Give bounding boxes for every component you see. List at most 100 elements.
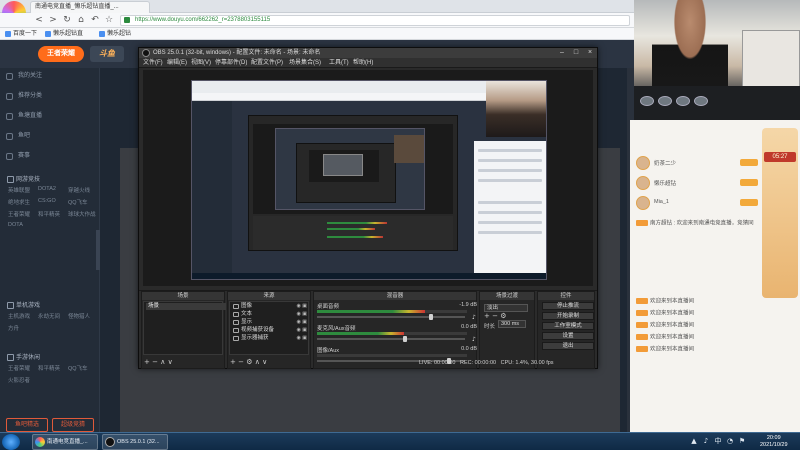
source-item[interactable]: 图像 ◉ ▣	[231, 303, 309, 310]
flag-icon[interactable]: ⚑	[738, 437, 746, 445]
start-recording-button[interactable]: 开始录制	[542, 312, 594, 320]
wifi-icon[interactable]: ◔	[726, 437, 734, 445]
source-item[interactable]: 视频捕获设备 ◉ ▣	[231, 327, 309, 334]
taskbar-item-browser[interactable]: 南通电竞直播_...	[32, 434, 98, 450]
category-link[interactable]: 王者荣耀	[8, 210, 30, 218]
menu-edit[interactable]: 编辑(E)	[167, 58, 187, 68]
sidebar-item-fishpond[interactable]: 鱼塘直播	[6, 112, 42, 121]
bookmark-item[interactable]: 懒乐超钻	[98, 29, 131, 39]
minimize-icon[interactable]: –	[555, 48, 569, 58]
nested-obs-innermost	[323, 154, 363, 176]
move-up-icon[interactable]: ∧	[255, 358, 260, 366]
sidebar-item-follow[interactable]: 我的关注	[6, 72, 42, 81]
obs-titlebar[interactable]: OBS 25.0.1 (32-bit, windows) - 配置文件: 未命名…	[139, 48, 597, 58]
category-link[interactable]: 永劫无间	[38, 312, 60, 320]
eye-lock-icons[interactable]: ◉ ▣	[297, 335, 307, 342]
controls-dock: 控件 停止推流 开始录制 工作室模式 设置 退出	[537, 291, 595, 369]
source-item[interactable]: 文本 ◉ ▣	[231, 311, 309, 318]
menu-docks[interactable]: 停靠部件(D)	[215, 58, 247, 68]
site-logo[interactable]: 王者荣耀	[38, 46, 84, 62]
eye-lock-icons[interactable]: ◉ ▣	[297, 319, 307, 326]
scene-item[interactable]: 场景	[146, 303, 226, 310]
category-link[interactable]: DOTA	[8, 222, 23, 228]
menu-tools[interactable]: 工具(T)	[329, 58, 349, 68]
maximize-icon[interactable]: □	[569, 48, 583, 58]
bookmark-item[interactable]: 百度一下	[4, 29, 37, 39]
level-badge	[740, 199, 758, 206]
undo-icon[interactable]: ↶	[90, 15, 100, 25]
eye-lock-icons[interactable]: ◉ ▣	[297, 303, 307, 310]
category-link[interactable]: DOTA2	[38, 186, 56, 192]
category-link[interactable]: 火影忍者	[8, 376, 30, 384]
add-transition-icon[interactable]: +	[484, 312, 490, 320]
clock[interactable]: 20:09 2021/10/29	[760, 435, 788, 449]
mixer-track-db: 0.0 dB	[461, 324, 477, 330]
menu-view[interactable]: 视图(V)	[191, 58, 211, 68]
category-link[interactable]: 主机游戏	[8, 312, 30, 320]
menu-file[interactable]: 文件(F)	[143, 58, 163, 68]
menu-profile[interactable]: 配置文件(P)	[251, 58, 283, 68]
speaker-icon[interactable]: ♪	[472, 336, 479, 343]
add-source-icon[interactable]: +	[230, 358, 236, 366]
sidebar-item-events[interactable]: 赛事	[6, 152, 30, 161]
refresh-icon[interactable]: ↻	[62, 15, 72, 25]
remove-transition-icon[interactable]: −	[492, 312, 498, 320]
sidebar-item-categories[interactable]: 推荐分类	[6, 92, 42, 101]
close-icon[interactable]: ×	[583, 48, 597, 58]
category-link[interactable]: 绝地求生	[8, 198, 30, 206]
remove-scene-icon[interactable]: −	[152, 358, 158, 366]
star-icon[interactable]: ☆	[104, 15, 114, 25]
super-quiz-button[interactable]: 超级竞猜	[52, 418, 94, 432]
source-item[interactable]: 显示 ◉ ▣	[231, 319, 309, 326]
category-link[interactable]: CS:GO	[38, 198, 56, 204]
speaker-icon[interactable]: ♪	[472, 314, 479, 321]
volume-slider[interactable]	[317, 314, 465, 320]
category-link[interactable]: 穿越火线	[68, 186, 90, 194]
remove-source-icon[interactable]: −	[238, 358, 244, 366]
category-link[interactable]: 王者荣耀	[8, 364, 30, 372]
gear-icon[interactable]: ⚙	[246, 358, 252, 366]
eye-lock-icons[interactable]: ◉ ▣	[297, 311, 307, 318]
duration-input[interactable]: 300 ms	[498, 320, 526, 328]
address-bar[interactable]: https://www.douyu.com/662262_r=237880315…	[120, 15, 630, 26]
source-item[interactable]: 显示器捕获 ◉ ▣	[231, 335, 309, 342]
input-method-icon[interactable]: 中	[714, 437, 722, 445]
browser-icon	[35, 437, 45, 447]
move-down-icon[interactable]: ∨	[262, 358, 267, 366]
obs-preview[interactable]	[143, 70, 593, 286]
move-up-icon[interactable]: ∧	[160, 358, 165, 366]
category-link[interactable]: 球球大作战	[68, 210, 96, 218]
category-link[interactable]: 怪物猎人	[68, 312, 90, 320]
category-link[interactable]: 英雄联盟	[8, 186, 30, 194]
add-scene-icon[interactable]: +	[144, 358, 150, 366]
sidebar-item-yuba[interactable]: 鱼吧	[6, 132, 30, 141]
back-icon[interactable]: <	[34, 15, 44, 25]
settings-button[interactable]: 设置	[542, 332, 594, 340]
transition-select[interactable]: 淡出	[484, 304, 528, 312]
move-down-icon[interactable]: ∨	[168, 358, 173, 366]
eye-lock-icons[interactable]: ◉ ▣	[297, 327, 307, 334]
network-icon[interactable]: ▲	[690, 437, 698, 445]
studio-mode-button[interactable]: 工作室模式	[542, 322, 594, 330]
yuba-featured-button[interactable]: 鱼吧精选	[6, 418, 48, 432]
bookmark-item[interactable]: 懒乐超钻直	[44, 29, 83, 39]
taskbar-item-obs[interactable]: OBS 25.0.1 (32...	[102, 434, 168, 450]
volume-slider[interactable]	[317, 336, 465, 342]
category-link[interactable]: QQ飞车	[68, 198, 88, 206]
controls-dock-title: 控件	[538, 292, 594, 300]
menu-scene-collection[interactable]: 场景集合(S)	[289, 58, 321, 68]
category-link[interactable]: QQ飞车	[68, 364, 88, 372]
home-icon[interactable]: ⌂	[76, 15, 86, 25]
category-link[interactable]: 和平精英	[38, 364, 60, 372]
menu-help[interactable]: 帮助(H)	[353, 58, 373, 68]
browser-tab[interactable]: 南通电竞直播_懒乐超钻直播_...	[30, 1, 150, 13]
speaker-icon[interactable]: ♪	[702, 437, 710, 445]
category-link[interactable]: 和平精英	[38, 210, 60, 218]
start-button[interactable]	[2, 434, 20, 450]
forward-icon[interactable]: >	[48, 15, 58, 25]
stop-streaming-button[interactable]: 停止推流	[542, 302, 594, 310]
exit-button[interactable]: 退出	[542, 342, 594, 350]
category-link[interactable]: 方舟	[8, 324, 19, 332]
gear-icon[interactable]: ⚙	[500, 312, 506, 320]
site-logo-secondary[interactable]: 斗鱼	[90, 46, 124, 62]
